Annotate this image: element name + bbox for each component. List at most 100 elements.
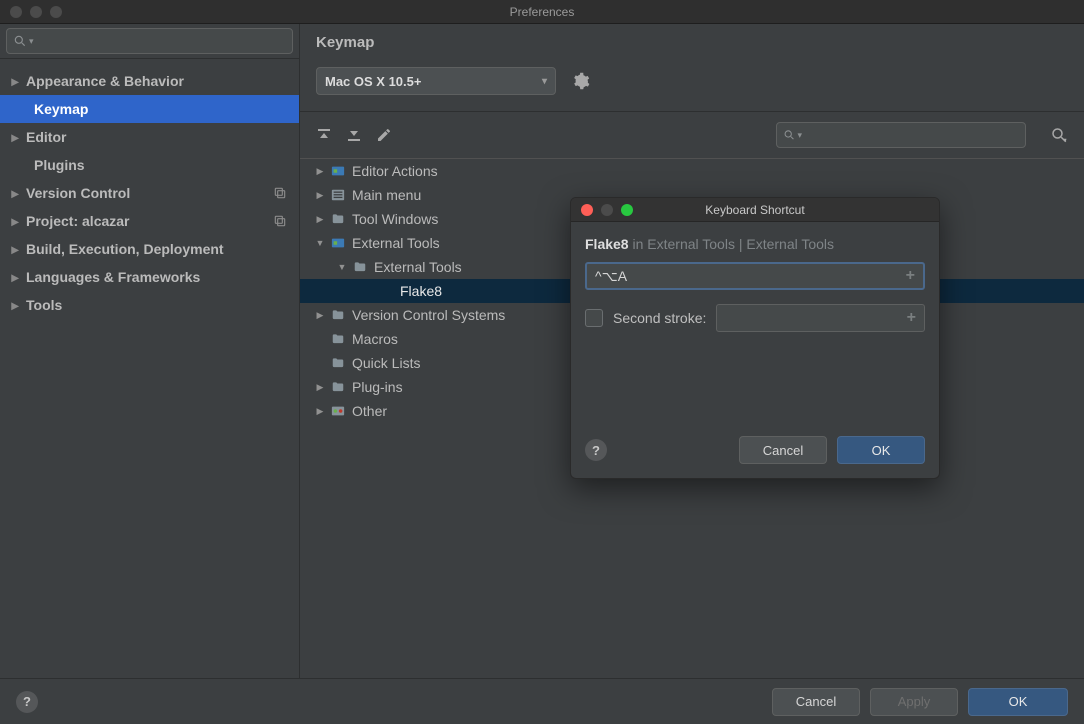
keymap-scheme-value: Mac OS X 10.5+ bbox=[325, 74, 421, 89]
second-stroke-checkbox[interactable] bbox=[585, 309, 603, 327]
dialog-minimize-button bbox=[601, 204, 613, 216]
expand-arrow-icon: ▸ bbox=[10, 129, 20, 146]
expand-all-icon bbox=[316, 127, 332, 143]
expand-arrow-icon: ▸ bbox=[10, 185, 20, 202]
expand-arrow-icon: ▸ bbox=[10, 213, 20, 230]
action-tree-label: Macros bbox=[352, 331, 398, 347]
dialog-close-button[interactable] bbox=[581, 204, 593, 216]
project-scope-icon bbox=[273, 214, 287, 228]
sidebar-item-tools[interactable]: ▸Tools bbox=[0, 291, 299, 319]
search-icon bbox=[13, 34, 27, 48]
keyboard-shortcut-dialog: Keyboard Shortcut Flake8 in External Too… bbox=[570, 197, 940, 479]
dialog-help-button[interactable]: ? bbox=[585, 439, 607, 461]
add-shortcut-icon[interactable]: + bbox=[907, 309, 916, 327]
expand-arrow-icon: ▼ bbox=[314, 238, 326, 248]
collapse-all-icon bbox=[346, 127, 362, 143]
action-tree-label: Other bbox=[352, 403, 387, 419]
sidebar-item-languages-frameworks[interactable]: ▸Languages & Frameworks bbox=[0, 263, 299, 291]
module-icon bbox=[330, 164, 346, 178]
expand-arrow-icon: ▶ bbox=[314, 382, 326, 393]
sidebar-item-label: Project: alcazar bbox=[26, 213, 130, 229]
action-tree-label: Version Control Systems bbox=[352, 307, 505, 323]
action-tree-row[interactable]: ▶Editor Actions bbox=[300, 159, 1084, 183]
settings-search-input[interactable] bbox=[40, 34, 286, 49]
sidebar-item-label: Plugins bbox=[34, 157, 85, 173]
find-action-by-shortcut-button[interactable] bbox=[1050, 126, 1068, 144]
sidebar-item-keymap[interactable]: Keymap bbox=[0, 95, 299, 123]
first-stroke-value: ^⌥A bbox=[595, 268, 627, 285]
page-title: Keymap bbox=[300, 24, 1084, 59]
expand-arrow-icon: ▶ bbox=[314, 406, 326, 417]
dialog-window-controls bbox=[571, 204, 633, 216]
chevron-down-icon: ▾ bbox=[798, 130, 803, 141]
help-button[interactable]: ? bbox=[16, 691, 38, 713]
expand-arrow-icon: ▸ bbox=[10, 241, 20, 258]
sidebar-item-label: Appearance & Behavior bbox=[26, 73, 184, 89]
expand-arrow-icon: ▶ bbox=[314, 166, 326, 177]
dialog-button-bar: ? Cancel Apply OK bbox=[0, 678, 1084, 724]
sidebar-item-editor[interactable]: ▸ Editor bbox=[0, 123, 299, 151]
edit-shortcut-button[interactable] bbox=[376, 127, 392, 143]
pencil-icon bbox=[376, 127, 392, 143]
folder-icon bbox=[352, 260, 368, 274]
find-shortcut-icon bbox=[1050, 126, 1068, 144]
expand-all-button[interactable] bbox=[316, 127, 332, 143]
sidebar-item-project-alcazar[interactable]: ▸ Project: alcazar bbox=[0, 207, 299, 235]
close-window-button[interactable] bbox=[10, 6, 22, 18]
action-tree-label: Plug-ins bbox=[352, 379, 403, 395]
sidebar-item-label: Languages & Frameworks bbox=[26, 269, 200, 285]
expand-arrow-icon: ▸ bbox=[10, 73, 20, 90]
action-tree-label: Main menu bbox=[352, 187, 421, 203]
action-tree-label: Quick Lists bbox=[352, 355, 420, 371]
folder-icon bbox=[330, 308, 346, 322]
keymap-scheme-select[interactable]: Mac OS X 10.5+ ▾ bbox=[316, 67, 556, 95]
dialog-action-path: Flake8 in External Tools | External Tool… bbox=[585, 236, 925, 252]
window-title: Preferences bbox=[0, 5, 1084, 19]
folder-icon bbox=[330, 332, 346, 346]
sidebar-item-appearance-behavior[interactable]: ▸ Appearance & Behavior bbox=[0, 67, 299, 95]
add-shortcut-icon[interactable]: + bbox=[906, 267, 915, 285]
expand-arrow-icon: ▶ bbox=[314, 190, 326, 201]
expand-arrow-icon: ▸ bbox=[10, 297, 20, 314]
action-tree-label: External Tools bbox=[374, 259, 462, 275]
first-stroke-input[interactable]: ^⌥A + bbox=[585, 262, 925, 290]
expand-arrow-icon: ▶ bbox=[314, 214, 326, 225]
action-tree-label: External Tools bbox=[352, 235, 440, 251]
dialog-action-context: in External Tools | External Tools bbox=[629, 236, 834, 252]
second-stroke-label: Second stroke: bbox=[613, 310, 706, 326]
window-controls bbox=[0, 6, 62, 18]
keymap-settings-button[interactable] bbox=[572, 72, 590, 90]
dialog-cancel-button[interactable]: Cancel bbox=[739, 436, 827, 464]
sidebar-item-build-execution-deployment[interactable]: ▸ Build, Execution, Deployment bbox=[0, 235, 299, 263]
chevron-down-icon: ▾ bbox=[29, 36, 34, 47]
cancel-button[interactable]: Cancel bbox=[772, 688, 860, 716]
chevron-down-icon: ▾ bbox=[542, 76, 547, 87]
sidebar-item-label: Editor bbox=[26, 129, 66, 145]
zoom-window-button[interactable] bbox=[50, 6, 62, 18]
dialog-zoom-button[interactable] bbox=[621, 204, 633, 216]
sidebar-item-label: Build, Execution, Deployment bbox=[26, 241, 224, 257]
sidebar-item-version-control[interactable]: ▸ Version Control bbox=[0, 179, 299, 207]
window-titlebar: Preferences bbox=[0, 0, 1084, 24]
action-search[interactable]: ▾ bbox=[776, 122, 1026, 148]
folder-icon bbox=[330, 380, 346, 394]
second-stroke-input[interactable]: + bbox=[716, 304, 925, 332]
sidebar-item-plugins[interactable]: Plugins bbox=[0, 151, 299, 179]
apply-button[interactable]: Apply bbox=[870, 688, 958, 716]
expand-arrow-icon: ▶ bbox=[314, 310, 326, 321]
minimize-window-button[interactable] bbox=[30, 6, 42, 18]
collapse-all-button[interactable] bbox=[346, 127, 362, 143]
menu-icon bbox=[330, 188, 346, 202]
sidebar-item-label: Version Control bbox=[26, 185, 130, 201]
settings-sidebar: ▾ ▸ Appearance & Behavior Keymap ▸ Editor Plu… bbox=[0, 24, 300, 678]
action-search-input[interactable] bbox=[808, 128, 1019, 143]
dialog-action-name: Flake8 bbox=[585, 236, 629, 252]
settings-search[interactable]: ▾ bbox=[6, 28, 293, 54]
divider bbox=[300, 111, 1084, 112]
dialog-ok-button[interactable]: OK bbox=[837, 436, 925, 464]
ok-button[interactable]: OK bbox=[968, 688, 1068, 716]
folder-icon bbox=[330, 212, 346, 226]
sidebar-item-label: Keymap bbox=[34, 101, 88, 117]
module-other-icon bbox=[330, 404, 346, 418]
dialog-titlebar: Keyboard Shortcut bbox=[571, 198, 939, 222]
